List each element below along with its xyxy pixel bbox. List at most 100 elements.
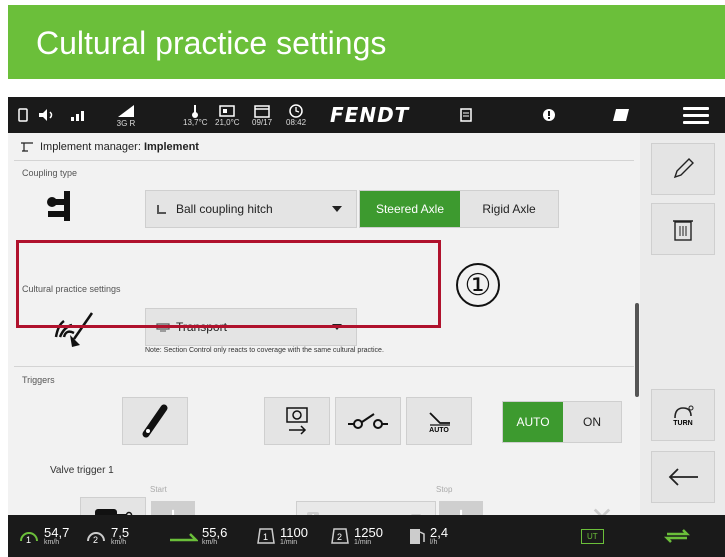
rpm-2: 2 1250 1/min (330, 515, 383, 557)
trigger-auto-button[interactable]: AUTO (406, 397, 472, 445)
chevron-down-icon (332, 206, 342, 212)
stop-wave-icon: ∼ (536, 501, 580, 516)
turn-icon (674, 405, 694, 418)
callout-number: ① (456, 263, 500, 307)
speedometer-2-icon: 2 (87, 532, 105, 545)
trigger-pto-button[interactable] (264, 397, 330, 445)
rpm-1-unit: 1/min (280, 538, 298, 546)
time-value: 08:42 (286, 117, 307, 127)
auto-trigger-icon (429, 411, 450, 426)
trigger-valve-button[interactable] (335, 397, 401, 445)
start-plus-button[interactable]: + (151, 501, 195, 515)
pencil-icon (673, 158, 694, 179)
speed-2: 2 7,5 km/h (85, 515, 129, 557)
coupling-hitch-dropdown[interactable]: Ball coupling hitch (145, 190, 357, 228)
pto-2-icon: 2 (331, 528, 349, 544)
brand-logo: FENDT (330, 103, 410, 127)
ut-button[interactable]: UT (581, 515, 604, 557)
divider (14, 366, 634, 367)
delete-button[interactable] (651, 203, 715, 255)
hitch-icon (157, 205, 166, 214)
implement-name: Implement (143, 141, 199, 153)
document-icon[interactable] (460, 97, 472, 133)
back-button[interactable] (651, 451, 715, 503)
rpm-2-value: 1250 (354, 524, 383, 540)
valve-icon (348, 413, 388, 429)
svg-text:2: 2 (337, 532, 342, 542)
stop-minus-button[interactable]: — (488, 501, 532, 515)
scrollbar[interactable] (635, 303, 639, 397)
section-control-note: Note: Section Control only reacts to cov… (145, 347, 384, 354)
title-banner: Cultural practice settings (8, 5, 725, 79)
steered-axle-option[interactable]: Steered Axle (360, 191, 460, 227)
right-action-panel: TURN (640, 133, 725, 515)
alert-icon[interactable] (542, 97, 556, 133)
banner-title: Cultural practice settings (36, 25, 387, 61)
cylinder-icon (95, 509, 133, 515)
speedometer-1-icon: 1 (20, 532, 38, 545)
title-prefix: Implement manager: (40, 141, 144, 153)
auto-option[interactable]: AUTO (503, 402, 563, 442)
coupling-hitch-icon (44, 189, 82, 230)
clear-icon[interactable]: ✕ (580, 501, 624, 516)
volume-icon[interactable] (38, 97, 56, 133)
temp-cab-value: 21,0°C (215, 117, 240, 127)
speed-2-value: 7,5 (111, 524, 130, 540)
speed-1-unit: km/h (44, 538, 60, 546)
svg-text:1: 1 (26, 535, 31, 545)
pto-icon (286, 407, 308, 435)
temp-outside-value: 13,7°C (183, 117, 208, 127)
svg-text:2: 2 (93, 535, 98, 545)
rpm-2-unit: 1/min (354, 538, 372, 546)
triggers-label: Triggers (22, 375, 55, 385)
valve-trigger-icon-button[interactable] (80, 497, 146, 515)
speed-1-value: 54,7 (44, 524, 70, 540)
edit-button[interactable] (651, 143, 715, 195)
turn-button[interactable]: TURN (651, 389, 715, 441)
speed-3-unit: km/h (202, 538, 218, 546)
fuel-unit: l/h (430, 538, 438, 546)
divider (14, 160, 634, 161)
svg-text:1: 1 (263, 532, 268, 542)
terminal-screen: 3G R 13,7°C 21,0°C 09/17 08:42 FENDT Imp… (8, 97, 725, 557)
fuel-consumption: 2,4 l/h (408, 515, 448, 557)
pto-1-icon: 1 (257, 528, 275, 544)
start-wave-icon: ∼ (248, 501, 292, 516)
temperature-cab: 21,0°C (215, 97, 240, 133)
bottom-status-bar: 1 54,7 km/h 2 7,5 km/h 55,6 km/h 1 1100 1/mi… (8, 515, 725, 557)
stop-label: Stop (436, 485, 453, 494)
trigger-lift-button[interactable] (122, 397, 188, 445)
valve-select-dropdown[interactable]: 1 (296, 501, 436, 515)
field-icon[interactable] (612, 97, 630, 133)
time-display: 08:42 (286, 97, 306, 133)
coupling-type-label: Coupling type (22, 168, 78, 178)
signal-icon (70, 97, 88, 133)
on-option[interactable]: ON (563, 402, 621, 442)
rpm-1-value: 1100 (280, 524, 308, 540)
page-title: Implement manager: Implement (20, 141, 199, 153)
axle-toggle[interactable]: Steered Axle Rigid Axle (359, 190, 559, 228)
lift-arm-icon (142, 404, 168, 438)
coupling-hitch-value: Ball coupling hitch (176, 202, 273, 216)
fuel-value: 2,4 (430, 524, 449, 540)
rpm-1: 1 1100 1/min (256, 515, 308, 557)
implement-manager-icon (21, 142, 33, 152)
date-display: 09/17 (252, 97, 272, 133)
valve-trigger-label: Valve trigger 1 (50, 465, 114, 476)
start-minus-button[interactable]: — (200, 501, 244, 515)
auto-icon-label: AUTO (429, 426, 449, 434)
swap-icon[interactable] (663, 515, 691, 557)
fuel-icon (410, 529, 425, 544)
trash-icon (673, 220, 693, 241)
date-value: 09/17 (252, 117, 273, 127)
start-label: Start (150, 485, 167, 494)
ground-speed-icon (170, 533, 198, 542)
speed-2-unit: km/h (111, 538, 127, 546)
rigid-axle-option[interactable]: Rigid Axle (460, 191, 558, 227)
turn-label: TURN (673, 419, 693, 427)
auto-on-toggle[interactable]: AUTO ON (502, 401, 622, 443)
speed-1: 1 54,7 km/h (18, 515, 69, 557)
arrow-left-icon (668, 468, 698, 486)
stop-plus-button[interactable]: + (439, 501, 483, 515)
menu-icon[interactable] (683, 107, 709, 125)
